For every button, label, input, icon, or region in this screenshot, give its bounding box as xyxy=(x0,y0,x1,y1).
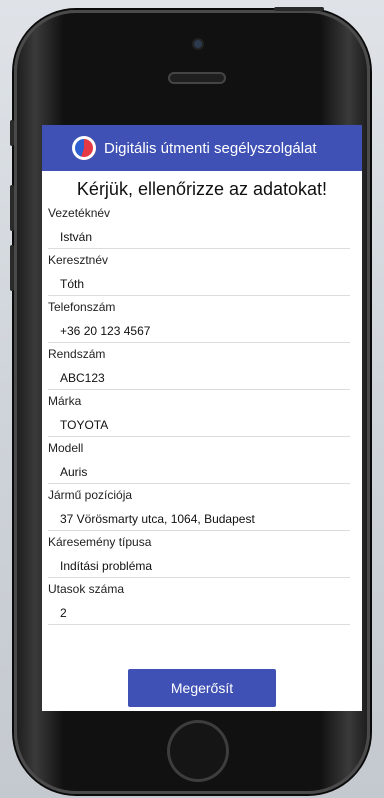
field-value: István xyxy=(48,220,350,249)
field-value: 37 Vörösmarty utca, 1064, Budapest xyxy=(48,502,350,531)
field-label: Jármű pozíciója xyxy=(48,488,133,502)
field-value: Tóth xyxy=(48,267,350,296)
field-model: Modell Auris xyxy=(48,437,350,484)
app-header: Digitális útmenti segélyszolgálat xyxy=(42,125,362,171)
confirm-button[interactable]: Megerősít xyxy=(128,669,276,707)
field-brand: Márka TOYOTA xyxy=(48,390,350,437)
review-form: Vezetéknév István Keresztnév Tóth Telefo… xyxy=(42,202,362,625)
field-passenger-count: Utasok száma 2 xyxy=(48,578,350,625)
field-label: Modell xyxy=(48,441,84,455)
field-license-plate: Rendszám ABC123 xyxy=(48,343,350,390)
field-first-name: Keresztnév Tóth xyxy=(48,249,350,296)
field-incident-type: Káresemény típusa Indítási probléma xyxy=(48,531,350,578)
field-label: Vezetéknév xyxy=(48,206,111,220)
home-button[interactable] xyxy=(167,720,229,782)
field-phone: Telefonszám +36 20 123 4567 xyxy=(48,296,350,343)
field-label: Márka xyxy=(48,394,82,408)
power-button xyxy=(274,7,324,11)
field-label: Rendszám xyxy=(48,347,106,361)
field-label: Utasok száma xyxy=(48,582,125,596)
field-vehicle-position: Jármű pozíciója 37 Vörösmarty utca, 1064… xyxy=(48,484,350,531)
volume-up-button xyxy=(10,185,14,231)
field-last-name: Vezetéknév István xyxy=(48,202,350,249)
field-value: 2 xyxy=(48,596,350,625)
front-camera xyxy=(194,40,202,48)
app-title: Digitális útmenti segélyszolgálat xyxy=(104,139,317,157)
page-title: Kérjük, ellenőrizze az adatokat! xyxy=(76,179,328,199)
mute-switch xyxy=(10,120,14,146)
field-label: Káresemény típusa xyxy=(48,535,152,549)
field-value: ABC123 xyxy=(48,361,350,390)
field-label: Keresztnév xyxy=(48,253,109,267)
field-value: Indítási probléma xyxy=(48,549,350,578)
roadside-assist-logo-icon xyxy=(72,136,96,160)
field-value: +36 20 123 4567 xyxy=(48,314,350,343)
volume-down-button xyxy=(10,245,14,291)
phone-screen: Digitális útmenti segélyszolgálat Kérjük… xyxy=(42,125,362,711)
field-value: TOYOTA xyxy=(48,408,350,437)
earpiece-speaker xyxy=(168,72,226,84)
field-label: Telefonszám xyxy=(48,300,116,314)
field-value: Auris xyxy=(48,455,350,484)
